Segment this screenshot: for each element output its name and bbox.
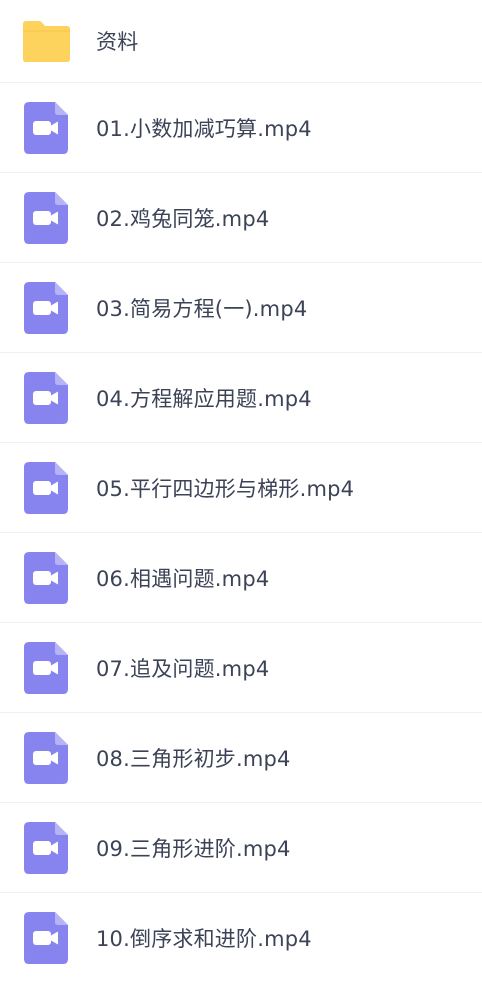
folder-icon (0, 0, 96, 83)
video-file-row[interactable]: 05.平行四边形与梯形.mp4 (0, 443, 482, 533)
video-file-row[interactable]: 10.倒序求和进阶.mp4 (0, 893, 482, 983)
video-file-icon (0, 263, 96, 353)
video-file-name: 09.三角形进阶.mp4 (96, 837, 291, 861)
folder-row[interactable]: 资料 (0, 0, 482, 83)
video-file-icon (0, 803, 96, 893)
video-file-icon (0, 533, 96, 623)
video-file-row[interactable]: 06.相遇问题.mp4 (0, 533, 482, 623)
video-file-icon (0, 83, 96, 173)
video-file-name: 01.小数加减巧算.mp4 (96, 117, 312, 141)
file-list: 资料 01.小数加减巧算.mp4 02.鸡兔同笼.mp4 03.简易方程(一).mp… (0, 0, 482, 983)
video-file-name: 02.鸡兔同笼.mp4 (96, 207, 270, 231)
video-file-name: 07.追及问题.mp4 (96, 657, 270, 681)
video-file-name: 10.倒序求和进阶.mp4 (96, 927, 312, 951)
video-file-name: 04.方程解应用题.mp4 (96, 387, 312, 411)
video-file-row[interactable]: 04.方程解应用题.mp4 (0, 353, 482, 443)
video-file-icon (0, 353, 96, 443)
video-file-icon (0, 713, 96, 803)
video-file-name: 03.简易方程(一).mp4 (96, 297, 308, 321)
video-file-name: 05.平行四边形与梯形.mp4 (96, 477, 355, 501)
video-file-icon (0, 893, 96, 983)
video-file-row[interactable]: 08.三角形初步.mp4 (0, 713, 482, 803)
video-file-name: 06.相遇问题.mp4 (96, 567, 270, 591)
video-file-icon (0, 623, 96, 713)
video-file-name: 08.三角形初步.mp4 (96, 747, 291, 771)
video-file-row[interactable]: 09.三角形进阶.mp4 (0, 803, 482, 893)
video-file-row[interactable]: 03.简易方程(一).mp4 (0, 263, 482, 353)
video-file-row[interactable]: 01.小数加减巧算.mp4 (0, 83, 482, 173)
video-file-row[interactable]: 02.鸡兔同笼.mp4 (0, 173, 482, 263)
folder-name: 资料 (96, 29, 139, 54)
video-file-row[interactable]: 07.追及问题.mp4 (0, 623, 482, 713)
video-file-icon (0, 173, 96, 263)
video-file-icon (0, 443, 96, 533)
